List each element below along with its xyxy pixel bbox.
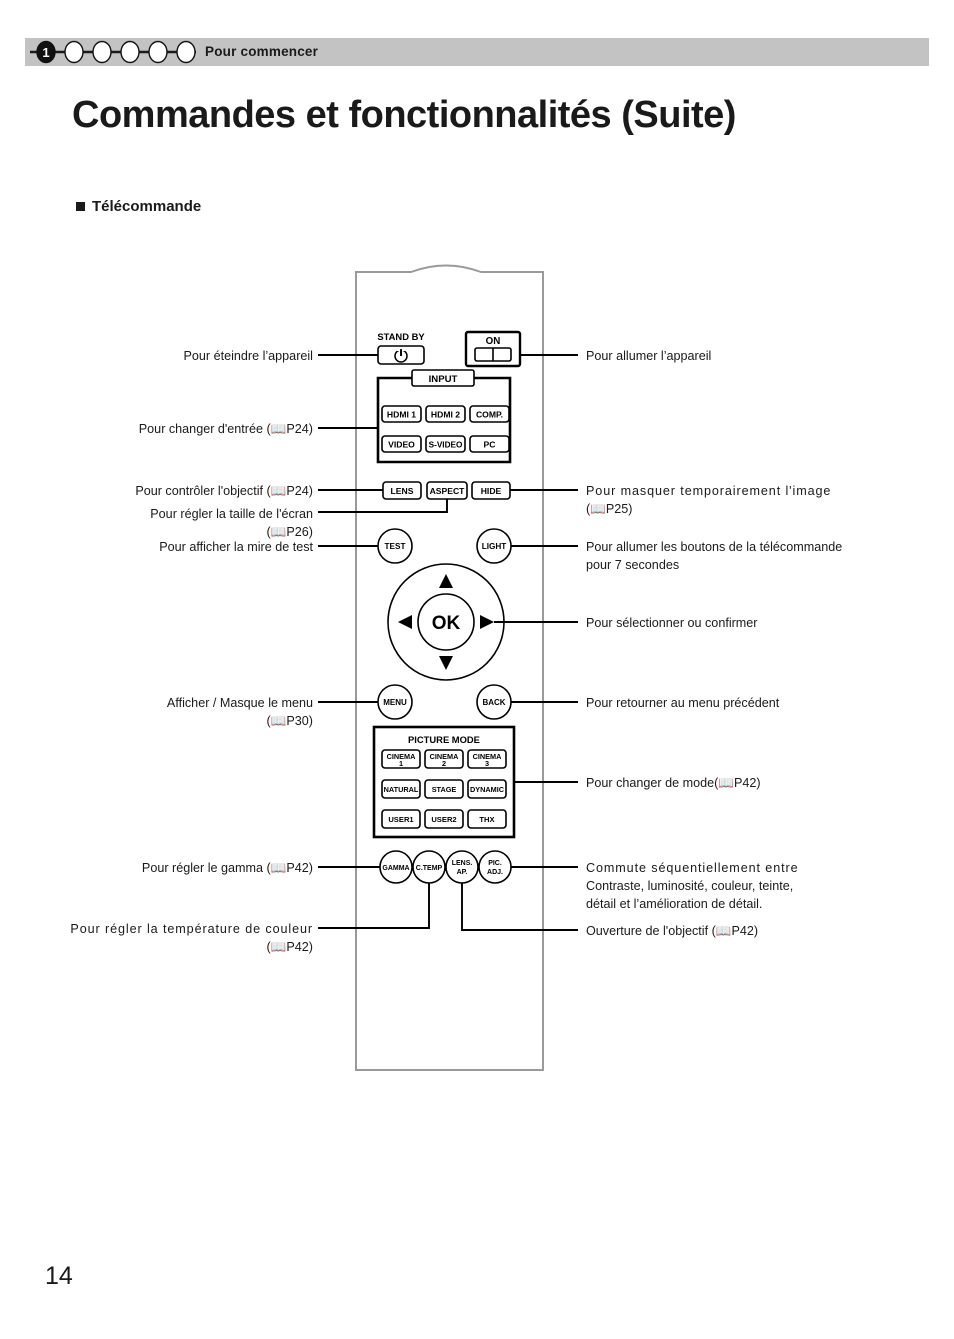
callout-change-mode: Pour changer de mode(📖P42) [586, 776, 761, 790]
step-marker [64, 40, 84, 64]
callout-screen-size-page: (📖P26) [267, 525, 313, 539]
ok-button-label: OK [432, 613, 461, 634]
callout-menu-toggle-page: (📖P30) [267, 714, 313, 728]
color-temp-button-label: C.TEMP [416, 865, 443, 872]
picture-mode-button-sublabel: 2 [442, 759, 446, 768]
pic-adj-button-sublabel: ADJ. [487, 869, 503, 876]
input-button-label: COMP. [476, 410, 503, 420]
input-button-label: VIDEO [388, 440, 415, 450]
step-marker [92, 40, 112, 64]
lens-aperture-button[interactable] [445, 850, 479, 884]
light-button-label: LIGHT [482, 542, 507, 551]
running-header-title: Pour commencer [205, 44, 319, 59]
step-marker [148, 40, 168, 64]
lens-button-label: LENS [391, 486, 414, 496]
lens-aperture-button-label: LENS. [452, 860, 473, 867]
chapter-number: 1 [42, 45, 49, 60]
lens-aperture-button-sublabel: AP. [457, 869, 468, 876]
callout-select-confirm: Pour sélectionner ou confirmer [586, 616, 758, 630]
callout-pic-adj: Commute séquentiellement entre [586, 861, 799, 875]
input-button-label: HDMI 2 [431, 410, 460, 420]
input-button-label: HDMI 1 [387, 410, 416, 420]
page-number: 14 [45, 1262, 73, 1290]
input-button-label: PC [484, 440, 496, 450]
picture-mode-button-label: DYNAMIC [470, 785, 505, 794]
callout-light-buttons-line2: pour 7 secondes [586, 558, 679, 572]
chapter-step-indicator: 1 [30, 40, 196, 64]
gamma-button-label: GAMMA [382, 865, 409, 872]
pic-adj-button-label: PIC. [488, 860, 502, 867]
callout-back-menu: Pour retourner au menu précédent [586, 696, 780, 710]
step-marker [176, 40, 196, 64]
step-marker [120, 40, 140, 64]
picture-mode-button-sublabel: 3 [485, 759, 489, 768]
callout-hide-image-page: (📖P25) [586, 502, 632, 516]
input-group-label: INPUT [429, 374, 458, 385]
callout-test-pattern: Pour afficher la mire de test [159, 540, 313, 554]
picture-mode-button-label: NATURAL [384, 785, 419, 794]
callout-color-temp: Pour régler la température de couleur [70, 922, 313, 936]
callout-change-input: Pour changer d'entrée (📖P24) [139, 422, 313, 436]
aspect-button-label: ASPECT [430, 486, 466, 496]
hide-button-label: HIDE [481, 486, 502, 496]
standby-label: STAND BY [377, 331, 425, 342]
test-button-label: TEST [385, 542, 406, 551]
callout-power-on: Pour allumer l’appareil [586, 349, 711, 363]
picture-mode-label: PICTURE MODE [408, 734, 480, 745]
callout-gamma: Pour régler le gamma (📖P42) [142, 861, 313, 875]
picture-mode-button-label: THX [479, 815, 494, 824]
picture-mode-button-label: STAGE [432, 785, 457, 794]
callout-light-buttons: Pour allumer les boutons de la télécomma… [586, 540, 842, 554]
callout-hide-image: Pour masquer temporairement l'image [586, 484, 831, 498]
remote-control-diagram: STAND BY ON INPUT HDMI 1 HDMI 2 COMP. VI… [70, 264, 842, 1071]
back-button-label: BACK [482, 698, 505, 707]
bullet-square-icon [76, 202, 85, 211]
callout-lens-control: Pour contrôler l'objectif (📖P24) [135, 484, 313, 498]
picture-mode-button-label: USER1 [388, 815, 414, 824]
callout-menu-toggle: Afficher / Masque le menu [167, 696, 313, 710]
picture-mode-button-sublabel: 1 [399, 759, 403, 768]
section-heading-label: Télécommande [92, 198, 202, 215]
callout-screen-size: Pour régler la taille de l'écran [150, 507, 313, 521]
callout-lens-aperture: Ouverture de l'objectif (📖P42) [586, 924, 758, 938]
page-title: Commandes et fonctionnalités (Suite) [72, 94, 736, 136]
section-heading: Télécommande [76, 198, 201, 215]
menu-button-label: MENU [383, 698, 407, 707]
pic-adj-button[interactable] [478, 850, 512, 884]
callout-pic-adj-line3: détail et l’amélioration de détail. [586, 897, 762, 911]
callout-power-off: Pour éteindre l’appareil [183, 349, 313, 363]
callout-color-temp-page: (📖P42) [267, 940, 313, 954]
input-button-label: S-VIDEO [429, 441, 463, 450]
picture-mode-button-label: USER2 [431, 815, 456, 824]
on-label: ON [486, 336, 501, 347]
callout-pic-adj-line2: Contraste, luminosité, couleur, teinte, [586, 879, 793, 893]
